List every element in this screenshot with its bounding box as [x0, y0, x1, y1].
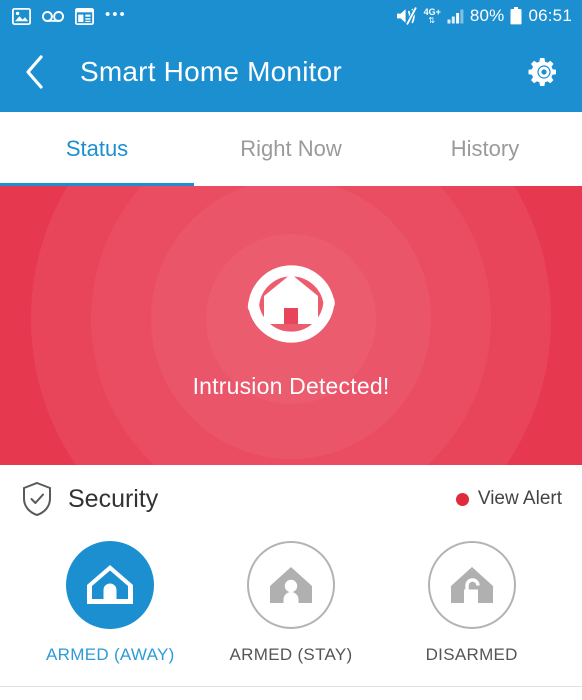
security-mode-selector: ARMED (AWAY) ARMED (STAY) DISARMED [20, 533, 562, 665]
shield-check-icon [20, 481, 54, 517]
tab-right-now[interactable]: Right Now [194, 112, 388, 186]
security-header: Security View Alert [20, 465, 562, 533]
mode-armed-away-circle[interactable] [66, 541, 155, 629]
mode-disarmed-label: DISARMED [425, 645, 518, 664]
more-dots-icon: ••• [105, 5, 127, 23]
settings-button[interactable] [524, 52, 564, 92]
home-lock-icon [87, 565, 134, 604]
data-arrows-icon: ⇅ [428, 15, 437, 25]
back-button[interactable] [24, 50, 58, 94]
view-alert-button[interactable]: View Alert [455, 488, 562, 510]
alert-message: Intrusion Detected! [192, 373, 390, 399]
alert-status-dot [455, 492, 469, 506]
battery-percent-label: 80% [469, 6, 505, 25]
status-bar-system: 4G+ ⇅ 80% 06:51 [396, 6, 572, 26]
view-alert-label: View Alert [477, 488, 562, 509]
security-card: Security View Alert ARMED (AWAY) ARMED (… [0, 465, 582, 665]
news-icon [75, 7, 94, 25]
mode-armed-stay-circle[interactable] [247, 541, 335, 629]
tab-status-label: Status [65, 136, 129, 161]
home-unlock-icon [450, 567, 493, 603]
mode-armed-away[interactable]: ARMED (AWAY) [20, 541, 201, 665]
mode-disarmed[interactable]: DISARMED [381, 541, 562, 665]
tab-right-now-label: Right Now [240, 136, 342, 161]
app-bar: Smart Home Monitor [0, 32, 582, 112]
battery-icon [510, 7, 522, 25]
clock-label: 06:51 [528, 6, 572, 25]
tab-status[interactable]: Status [0, 112, 194, 186]
mode-armed-stay-label: ARMED (STAY) [229, 645, 353, 664]
voicemail-icon [42, 10, 64, 23]
status-bar: ••• 4G+ ⇅ 80% 06:51 [0, 0, 582, 32]
page-title: Smart Home Monitor [80, 56, 342, 87]
gear-icon [528, 58, 556, 86]
mode-disarmed-circle[interactable] [427, 541, 516, 629]
mode-armed-away-label: ARMED (AWAY) [46, 645, 175, 664]
tab-history[interactable]: History [388, 112, 582, 186]
security-title: Security [68, 484, 159, 513]
photo-icon [12, 7, 31, 25]
intrusion-alert-panel[interactable]: Intrusion Detected! [0, 186, 582, 465]
chevron-left-icon [26, 55, 43, 89]
tab-bar: Status Right Now History [0, 112, 582, 186]
tab-history-label: History [450, 136, 520, 161]
bottom-divider [0, 686, 582, 687]
mode-armed-stay[interactable]: ARMED (STAY) [201, 541, 382, 665]
app-screen: ••• 4G+ ⇅ 80% 06:51 Smart Home Monitor S… [0, 0, 582, 700]
signal-bars-icon [447, 9, 464, 24]
home-person-icon [270, 567, 312, 603]
network-type-indicator: 4G+ ⇅ [424, 7, 441, 25]
home-intrusion-icon [247, 265, 335, 343]
status-bar-notifications: ••• [12, 7, 127, 26]
mute-icon [396, 7, 418, 25]
